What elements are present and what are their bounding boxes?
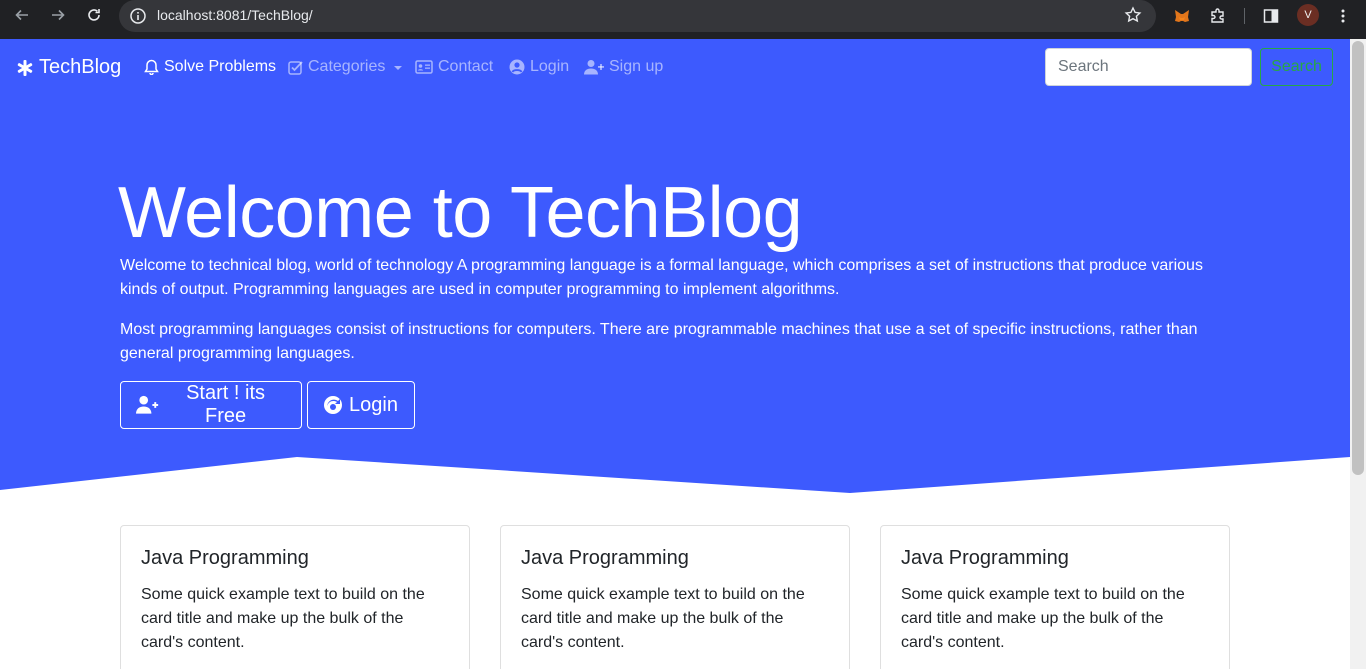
hero-login-button[interactable]: Login xyxy=(307,381,415,429)
extensions-puzzle-icon[interactable] xyxy=(1206,4,1230,28)
hero-paragraph-1: Welcome to technical blog, world of tech… xyxy=(120,257,1203,298)
nav-login[interactable]: Login xyxy=(509,58,569,76)
start-free-button[interactable]: Start ! its Free xyxy=(120,381,302,429)
toolbar-divider xyxy=(1244,8,1245,24)
brand-label: TechBlog xyxy=(39,56,122,78)
top-navbar: TechBlog Solve Problems Categories Conta… xyxy=(0,39,1350,96)
check-square-icon xyxy=(288,60,303,75)
bookmark-star-icon[interactable] xyxy=(1124,6,1142,24)
asterisk-icon xyxy=(17,59,33,76)
nav-contact[interactable]: Contact xyxy=(415,58,493,76)
user-plus-icon xyxy=(136,395,159,414)
nav-solve-problems[interactable]: Solve Problems xyxy=(144,58,276,76)
nav-categories-label: Categories xyxy=(308,58,386,75)
bell-icon xyxy=(144,59,159,75)
page-scrollbar[interactable] xyxy=(1350,39,1366,669)
scrollbar-thumb[interactable] xyxy=(1352,41,1364,475)
nav-contact-label: Contact xyxy=(438,58,494,75)
card-title: Java Programming xyxy=(521,547,689,569)
card-title: Java Programming xyxy=(901,547,1069,569)
card-title: Java Programming xyxy=(141,547,309,569)
user-plus-icon xyxy=(584,60,604,75)
card-java-programming-2: Java Programming Some quick example text… xyxy=(500,525,850,669)
login-circle-icon xyxy=(324,396,342,414)
hero-login-label: Login xyxy=(349,393,398,416)
reload-icon[interactable] xyxy=(82,3,106,27)
card-text: Some quick example text to build on the … xyxy=(901,586,1185,651)
site-info-icon[interactable] xyxy=(129,7,147,25)
hero-title: Welcome to TechBlog xyxy=(118,173,803,253)
back-arrow-icon[interactable] xyxy=(10,3,34,27)
metamask-extension-icon[interactable] xyxy=(1170,4,1194,28)
nav-solve-problems-label: Solve Problems xyxy=(164,58,277,75)
brand-link[interactable]: TechBlog xyxy=(16,56,121,79)
profile-avatar[interactable]: V xyxy=(1297,4,1319,26)
nav-signup-label: Sign up xyxy=(609,58,664,75)
nav-signup[interactable]: Sign up xyxy=(584,58,663,76)
nav-categories-dropdown[interactable]: Categories xyxy=(288,58,403,76)
url-text[interactable]: localhost:8081/TechBlog/ xyxy=(157,7,313,23)
start-free-label: Start ! its Free xyxy=(186,382,265,427)
chevron-down-icon xyxy=(394,66,403,70)
forward-arrow-icon[interactable] xyxy=(46,3,70,27)
hero-section: Welcome to TechBlog Welcome to technical… xyxy=(0,96,1350,493)
card-java-programming-1: Java Programming Some quick example text… xyxy=(120,525,470,669)
hero-paragraph-2: Most programming languages consist of in… xyxy=(120,321,1198,362)
browser-toolbar: localhost:8081/TechBlog/ V xyxy=(0,0,1366,39)
card-text: Some quick example text to build on the … xyxy=(141,586,425,651)
page-viewport: Welcome to TechBlog Welcome to technical… xyxy=(0,39,1350,669)
card-java-programming-3: Java Programming Some quick example text… xyxy=(880,525,1230,669)
side-panel-icon[interactable] xyxy=(1259,4,1283,28)
address-bar[interactable]: localhost:8081/TechBlog/ xyxy=(119,0,1156,32)
search-button[interactable]: Search xyxy=(1260,48,1333,86)
search-input[interactable] xyxy=(1045,48,1252,86)
nav-login-label: Login xyxy=(530,58,570,75)
id-card-icon xyxy=(415,60,433,74)
card-text: Some quick example text to build on the … xyxy=(521,586,805,651)
kebab-menu-icon[interactable] xyxy=(1331,4,1355,28)
user-circle-icon xyxy=(509,59,525,75)
